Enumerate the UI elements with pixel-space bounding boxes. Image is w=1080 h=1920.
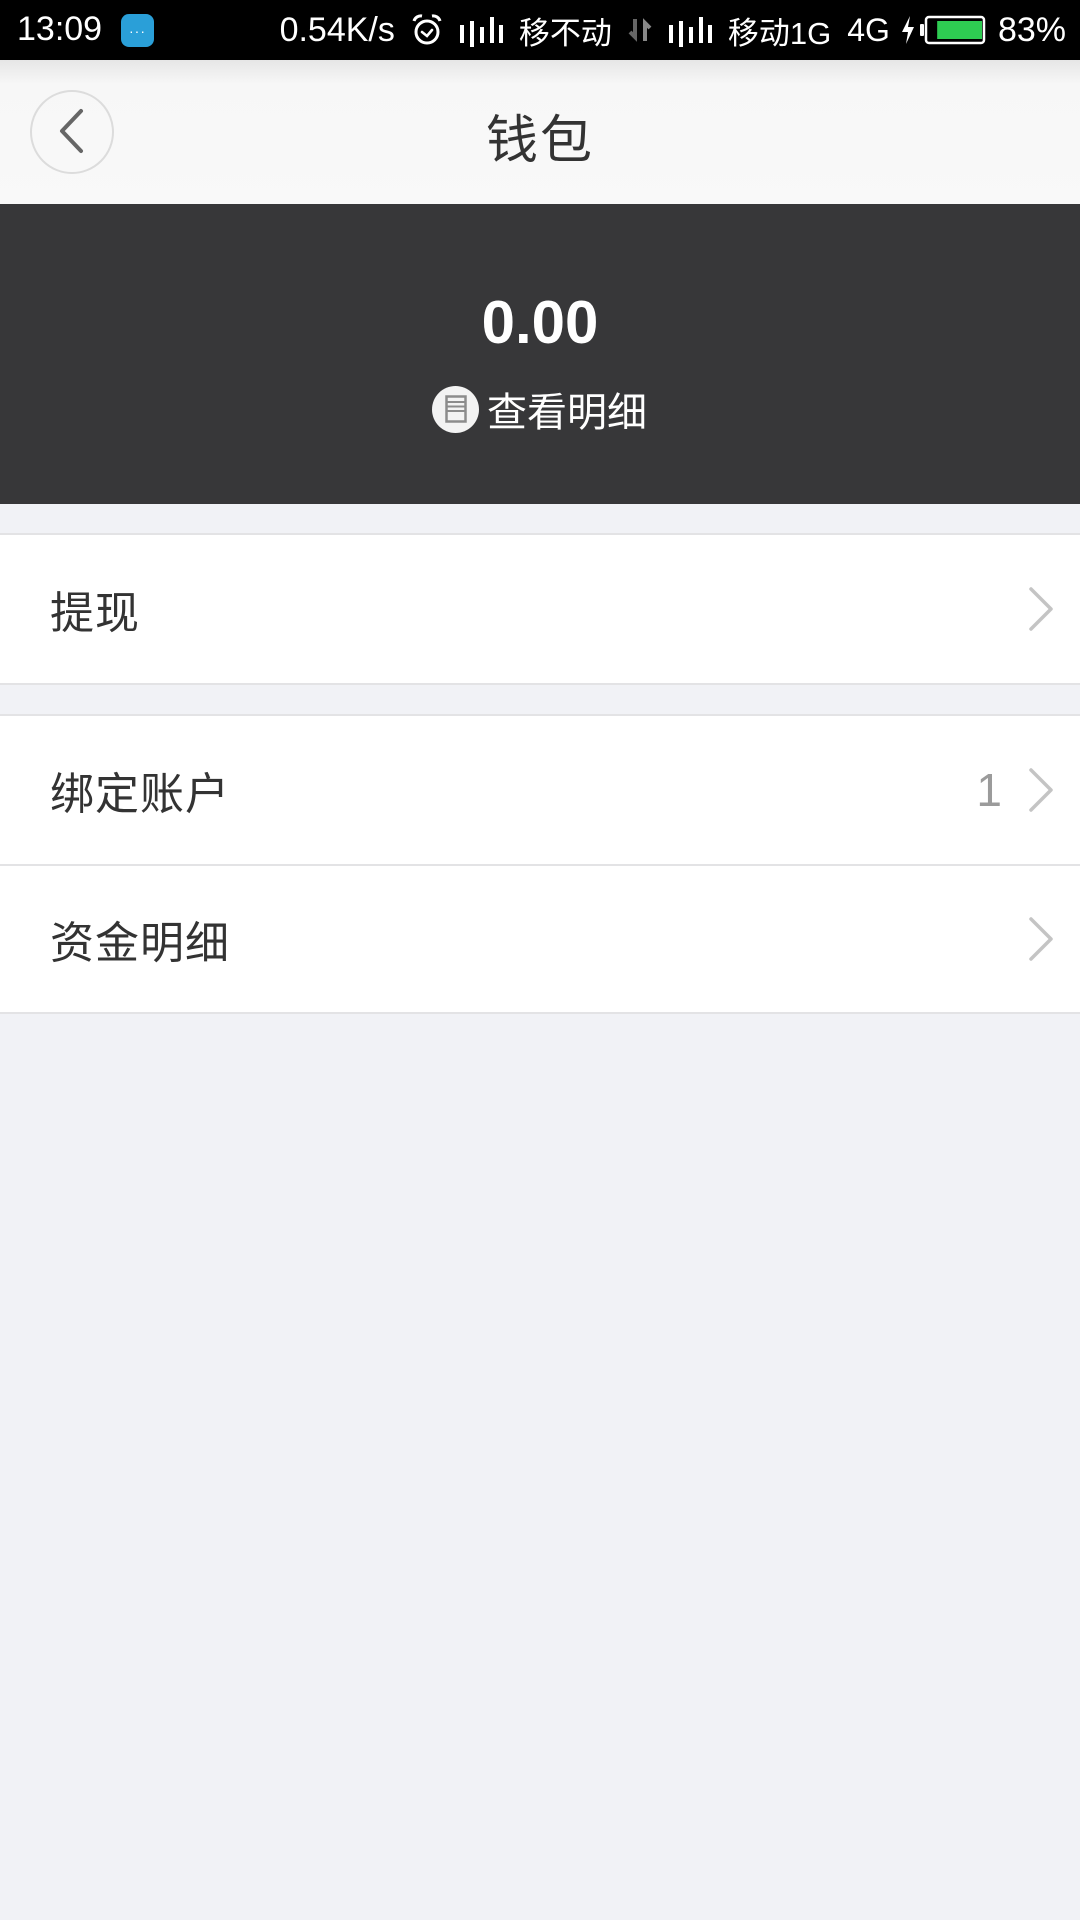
menu-item-fund-details[interactable]: 资金明细 (0, 864, 1080, 1012)
chevron-right-icon (1028, 767, 1054, 813)
view-details-button[interactable]: 查看明细 (432, 379, 647, 439)
signal-bars-icon (668, 13, 712, 47)
document-icon (432, 385, 479, 433)
status-time: 13:09 (17, 10, 103, 48)
bound-accounts-count: 1 (976, 764, 1002, 816)
battery-fill (937, 21, 982, 39)
network-speed: 0.54K/s (279, 10, 395, 49)
menu-item-withdraw[interactable]: 提现 (0, 535, 1080, 683)
page-title: 钱包 (485, 111, 594, 171)
menu-group-withdraw: 提现 (0, 533, 1080, 685)
navigation-header: 钱包 (0, 60, 1080, 204)
chat-bubble-icon: ··· (121, 14, 154, 47)
menu-item-label: 绑定账户 (50, 769, 230, 820)
chevron-right-icon (1028, 586, 1054, 632)
data-arrows-icon (628, 15, 652, 45)
menu-group-accounts: 绑定账户 1 资金明细 (0, 714, 1080, 1014)
chevron-right-icon (1028, 916, 1054, 962)
menu-item-bound-accounts[interactable]: 绑定账户 1 (0, 716, 1080, 864)
carrier-2: 移动1G (727, 15, 832, 51)
battery-icon (919, 15, 986, 45)
alarm-clock-icon (411, 13, 443, 47)
signal-bars-icon (459, 13, 503, 47)
status-indicators: 0.54K/s 移不动 移动1G 4G 83% (280, 0, 1066, 60)
status-bar: 13:09 ··· 0.54K/s 移不动 移动1G 4G 83% (0, 0, 1080, 60)
menu-item-label: 资金明细 (50, 918, 230, 969)
network-type: 4G (847, 11, 890, 48)
carrier-1: 移不动 (518, 15, 612, 51)
balance-amount: 0.00 (481, 289, 599, 356)
lightning-bolt-icon (900, 15, 916, 45)
balance-panel: 0.00 查看明细 (0, 204, 1080, 504)
battery-percent: 83% (997, 10, 1066, 49)
view-details-label: 查看明细 (487, 390, 647, 436)
menu-item-label: 提现 (50, 588, 140, 639)
